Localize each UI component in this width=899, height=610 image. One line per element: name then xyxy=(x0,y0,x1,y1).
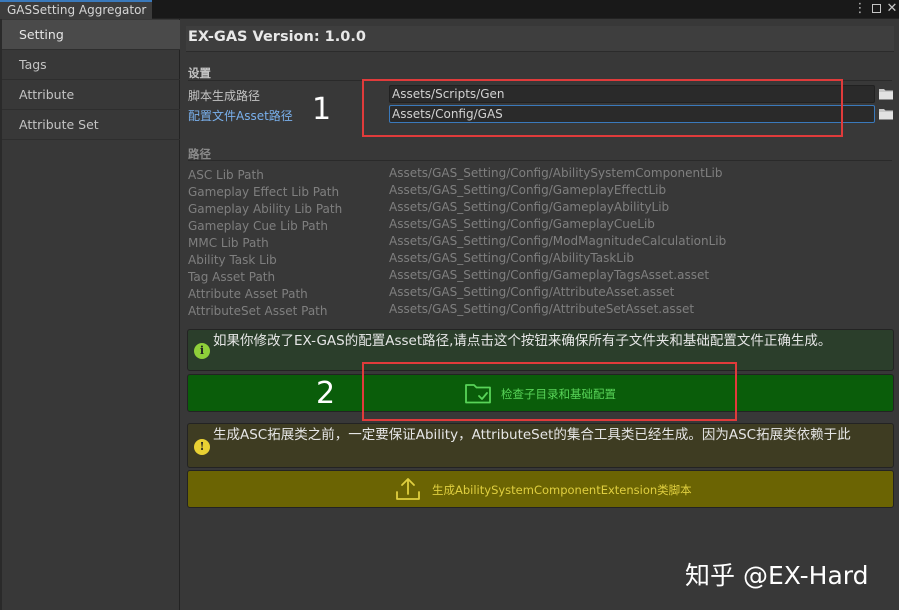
window-tab-title: GASSetting Aggregator xyxy=(7,3,147,17)
folder-icon[interactable] xyxy=(878,107,894,121)
path-value-mmc: Assets/GAS_Setting/Config/ModMagnitudeCa… xyxy=(389,234,727,248)
path-label-gameplay-effect: Gameplay Effect Lib Path xyxy=(188,185,340,199)
sidebar-item-label: Attribute Set xyxy=(19,117,99,132)
warning-helpbox: ! 生成ASC拓展类之前，一定要保证Ability，AttributeSet的集… xyxy=(187,423,894,468)
path-value-attribute-asset: Assets/GAS_Setting/Config/AttributeAsset… xyxy=(389,285,675,299)
window-tab-bar: GASSetting Aggregator ⋮ ✕ xyxy=(0,0,899,19)
annotation-box-2 xyxy=(362,362,737,421)
sidebar: Setting Tags Attribute Attribute Set xyxy=(2,19,180,610)
path-label-ability-task: Ability Task Lib xyxy=(188,253,277,267)
path-value-gameplay-cue: Assets/GAS_Setting/Config/GameplayCueLib xyxy=(389,217,655,231)
path-value-ability-task: Assets/GAS_Setting/Config/AbilityTaskLib xyxy=(389,251,634,265)
generate-button-label: 生成AbilitySystemComponentExtension类脚本 xyxy=(432,483,692,497)
annotation-number-1: 1 xyxy=(312,92,332,127)
window-tab[interactable]: GASSetting Aggregator xyxy=(0,0,152,19)
path-label-gameplay-ability: Gameplay Ability Lib Path xyxy=(188,202,343,216)
annotation-box-1 xyxy=(362,79,843,137)
warning-help-text: 生成ASC拓展类之前，一定要保证Ability，AttributeSet的集合工… xyxy=(213,427,851,443)
kebab-menu-icon[interactable]: ⋮ xyxy=(852,1,868,17)
info-help-text: 如果你修改了EX-GAS的配置Asset路径,请点击这个按钮来确保所有子文件夹和… xyxy=(213,333,832,349)
script-gen-path-label: 脚本生成路径 xyxy=(188,89,261,103)
info-icon: i xyxy=(194,343,210,359)
sidebar-item-attribute[interactable]: Attribute xyxy=(2,80,180,110)
path-label-mmc: MMC Lib Path xyxy=(188,236,269,250)
paths-separator xyxy=(188,160,892,161)
path-value-attributeset-asset: Assets/GAS_Setting/Config/AttributeSetAs… xyxy=(389,302,695,316)
generate-asc-extension-button[interactable]: 生成AbilitySystemComponentExtension类脚本 xyxy=(187,470,894,508)
path-label-attribute-asset: Attribute Asset Path xyxy=(188,287,308,301)
warning-icon: ! xyxy=(194,439,210,455)
path-label-tag-asset: Tag Asset Path xyxy=(188,270,276,284)
maximize-icon[interactable] xyxy=(868,1,884,17)
path-label-gameplay-cue: Gameplay Cue Lib Path xyxy=(188,219,328,233)
sidebar-item-label: Setting xyxy=(19,27,64,42)
path-value-gameplay-ability: Assets/GAS_Setting/Config/GameplayAbilit… xyxy=(389,200,670,214)
sidebar-item-tags[interactable]: Tags xyxy=(2,50,180,80)
watermark: 知乎 @EX-Hard xyxy=(685,561,869,590)
settings-heading: 设置 xyxy=(188,66,211,80)
upload-icon xyxy=(396,478,420,500)
sidebar-item-setting[interactable]: Setting xyxy=(2,20,180,50)
path-value-asc: Assets/GAS_Setting/Config/AbilitySystemC… xyxy=(389,166,723,180)
path-label-asc: ASC Lib Path xyxy=(188,168,264,182)
sidebar-item-label: Attribute xyxy=(19,87,75,102)
version-title: EX-GAS Version: 1.0.0 xyxy=(188,29,366,45)
version-header: EX-GAS Version: 1.0.0 xyxy=(186,26,894,52)
config-asset-path-label: 配置文件Asset路径 xyxy=(188,109,293,123)
path-value-gameplay-effect: Assets/GAS_Setting/Config/GameplayEffect… xyxy=(389,183,667,197)
annotation-number-2: 2 xyxy=(316,376,336,411)
close-icon[interactable]: ✕ xyxy=(884,1,899,17)
folder-icon[interactable] xyxy=(878,87,894,101)
sidebar-item-attribute-set[interactable]: Attribute Set xyxy=(2,110,180,140)
sidebar-item-label: Tags xyxy=(19,57,47,72)
path-label-attributeset-asset: AttributeSet Asset Path xyxy=(188,304,328,318)
path-value-tag-asset: Assets/GAS_Setting/Config/GameplayTagsAs… xyxy=(389,268,710,282)
